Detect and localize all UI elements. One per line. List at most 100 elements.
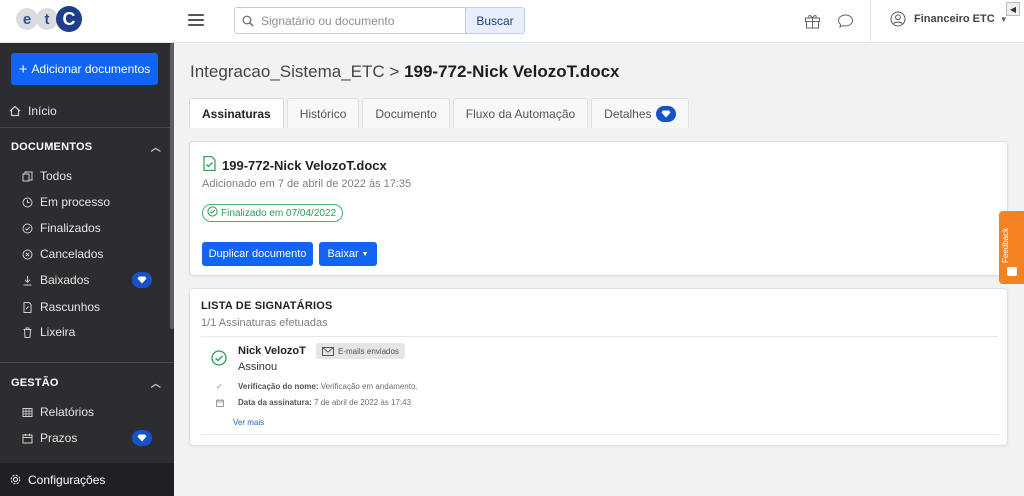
signature-date-label: Data da assinatura: bbox=[238, 398, 312, 407]
draft-file-icon bbox=[20, 300, 34, 314]
signer-name: Nick VelozoT bbox=[238, 345, 306, 357]
documents-section-header[interactable]: DOCUMENTOS ︿ bbox=[11, 139, 161, 155]
sidebar-item-label: Rascunhos bbox=[40, 300, 101, 314]
user-name: Financeiro ETC bbox=[914, 13, 995, 25]
section-title: DOCUMENTOS bbox=[11, 140, 93, 153]
document-title: 199-772-Nick VelozoT.docx bbox=[203, 155, 387, 174]
sidebar-item-em-processo[interactable]: Em processo bbox=[0, 190, 170, 214]
user-menu[interactable]: Financeiro ETC ▼ bbox=[890, 11, 1008, 27]
duplicate-document-button[interactable]: Duplicar documento bbox=[202, 242, 313, 266]
sidebar-item-label: Finalizados bbox=[40, 221, 101, 235]
logo-area: e t C bbox=[0, 0, 174, 43]
sidebar-item-todos[interactable]: Todos bbox=[0, 164, 170, 188]
sidebar-item-home[interactable]: Início bbox=[0, 99, 170, 123]
management-section-header[interactable]: GESTÃO ︿ bbox=[11, 375, 161, 391]
name-verification-value: Verificação em andamento. bbox=[320, 382, 418, 391]
settings-label: Configurações bbox=[28, 472, 106, 487]
feedback-tab[interactable]: Feedback bbox=[999, 211, 1024, 284]
add-documents-button[interactable]: + Adicionar documentos bbox=[11, 53, 158, 85]
sidebar-item-lixeira[interactable]: Lixeira bbox=[0, 320, 170, 344]
divider bbox=[201, 434, 998, 435]
sidebar-item-label: Lixeira bbox=[40, 325, 76, 339]
search-box[interactable]: Signatário ou documento bbox=[234, 7, 493, 34]
premium-diamond-icon bbox=[132, 272, 152, 288]
search-button[interactable]: Buscar bbox=[465, 7, 525, 34]
premium-diamond-icon bbox=[132, 430, 152, 446]
sidebar-item-relatorios[interactable]: Relatórios bbox=[0, 400, 170, 424]
menu-icon[interactable] bbox=[188, 12, 204, 28]
status-badge: Finalizado em 07/04/2022 bbox=[202, 204, 344, 222]
breadcrumb-separator: > bbox=[389, 62, 400, 81]
signers-list-title: LISTA DE SIGNATÁRIOS bbox=[201, 300, 333, 312]
search-input[interactable]: Signatário ou documento bbox=[261, 14, 465, 28]
divider bbox=[201, 336, 998, 337]
sidebar-item-label: Baixados bbox=[40, 273, 90, 287]
x-circle-icon bbox=[20, 247, 34, 261]
search-icon bbox=[235, 15, 261, 27]
tab-assinaturas[interactable]: Assinaturas bbox=[189, 98, 284, 128]
section-title: GESTÃO bbox=[11, 376, 59, 389]
breadcrumb: Integracao_Sistema_ETC > 199-772-Nick Ve… bbox=[190, 62, 620, 82]
add-documents-label: Adicionar documentos bbox=[31, 62, 151, 76]
gear-icon bbox=[10, 474, 21, 485]
gift-icon[interactable] bbox=[802, 11, 822, 31]
breadcrumb-current: 199-772-Nick VelozoT.docx bbox=[404, 62, 620, 81]
sidebar: e t C + Adicionar documentos Início DOCU… bbox=[0, 0, 174, 496]
chevron-up-icon: ︿ bbox=[150, 143, 161, 154]
collapse-arrow-icon[interactable]: ◀ bbox=[1006, 2, 1020, 16]
home-icon bbox=[8, 104, 22, 118]
copy-icon bbox=[20, 169, 34, 183]
sidebar-scrollbar[interactable] bbox=[170, 43, 174, 329]
logo-letter-e: e bbox=[16, 8, 38, 30]
tab-fluxo-automacao[interactable]: Fluxo da Automação bbox=[452, 98, 589, 128]
see-more-link[interactable]: Ver mais bbox=[233, 418, 264, 427]
name-verification: Verificação do nome: Verificação em anda… bbox=[238, 382, 418, 391]
check-circle-icon bbox=[207, 206, 218, 220]
sidebar-item-label: Prazos bbox=[40, 431, 78, 445]
signers-card: LISTA DE SIGNATÁRIOS 1/1 Assinaturas efe… bbox=[189, 288, 1008, 446]
sidebar-item-label: Cancelados bbox=[40, 247, 104, 261]
premium-diamond-icon bbox=[655, 105, 676, 122]
signed-check-icon bbox=[211, 350, 227, 371]
tab-documento[interactable]: Documento bbox=[362, 98, 450, 128]
sidebar-item-rascunhos[interactable]: Rascunhos bbox=[0, 295, 170, 319]
sidebar-item-cancelados[interactable]: Cancelados bbox=[0, 242, 170, 266]
added-date: Adicionado em 7 de abril de 2022 às 17:3… bbox=[202, 178, 412, 190]
sidebar-item-label: Em processo bbox=[40, 195, 111, 209]
tab-historico[interactable]: Histórico bbox=[286, 98, 360, 128]
status-badge-text: Finalizado em 07/04/2022 bbox=[221, 207, 337, 219]
tab-detalhes[interactable]: Detalhes bbox=[591, 98, 689, 128]
topbar-divider bbox=[870, 0, 871, 43]
settings-button[interactable]: Configurações bbox=[0, 463, 174, 496]
etc-logo[interactable]: e t C bbox=[16, 6, 82, 32]
feedback-label: Feedback bbox=[1001, 227, 1010, 263]
document-card: 199-772-Nick VelozoT.docx Adicionado em … bbox=[189, 141, 1008, 276]
download-button[interactable]: Baixar ▼ bbox=[319, 242, 377, 266]
clock-icon bbox=[20, 195, 34, 209]
sidebar-item-label: Relatórios bbox=[40, 405, 95, 419]
sidebar-item-finalizados[interactable]: Finalizados bbox=[0, 216, 170, 240]
calendar-icon bbox=[20, 431, 34, 445]
table-icon bbox=[20, 405, 34, 419]
plus-icon: + bbox=[18, 60, 28, 78]
check-icon: ✓ bbox=[216, 382, 223, 391]
envelope-icon bbox=[322, 346, 334, 356]
document-check-icon bbox=[203, 155, 216, 174]
document-tabs: Assinaturas Histórico Documento Fluxo da… bbox=[189, 98, 692, 128]
logo-letter-c: C bbox=[56, 6, 82, 32]
tab-label: Detalhes bbox=[604, 106, 652, 121]
logo-letter-t: t bbox=[36, 8, 58, 30]
signers-count: 1/1 Assinaturas efetuadas bbox=[201, 317, 328, 329]
caret-down-icon: ▼ bbox=[361, 250, 369, 258]
signature-date-value: 7 de abril de 2022 às 17:43 bbox=[314, 398, 412, 407]
sidebar-divider bbox=[0, 362, 174, 363]
breadcrumb-parent[interactable]: Integracao_Sistema_ETC bbox=[190, 62, 385, 81]
user-avatar-icon bbox=[890, 11, 906, 27]
download-icon bbox=[20, 273, 34, 287]
chat-bubble-icon[interactable] bbox=[835, 11, 855, 31]
name-verification-label: Verificação do nome: bbox=[238, 382, 319, 391]
feedback-icon bbox=[1007, 267, 1017, 276]
calendar-icon bbox=[216, 399, 224, 409]
trash-icon bbox=[20, 325, 34, 339]
emails-sent-text: E-mails enviados bbox=[338, 346, 399, 356]
